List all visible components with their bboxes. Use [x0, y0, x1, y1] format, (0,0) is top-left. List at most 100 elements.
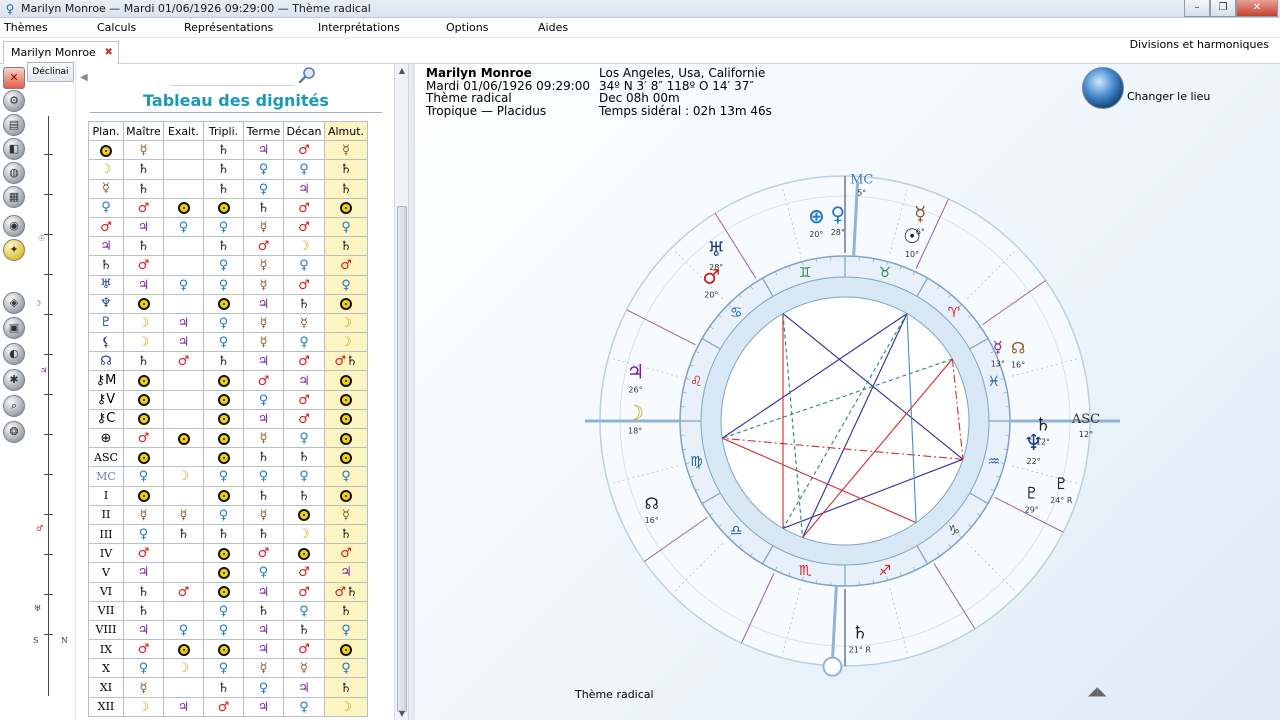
- sun-icon: [340, 202, 352, 215]
- table-row[interactable]: ♂ ♃ ♀ ♀ ☿ ♂ ♀: [88, 216, 368, 238]
- dignity-cell: ♂: [123, 427, 164, 449]
- jupiter-icon: ♃: [257, 584, 270, 600]
- pluto-planet-icon: ♇: [1025, 484, 1039, 503]
- table-row[interactable]: ☊ ♄ ♂ ♄ ♃ ♂ ♂♄: [88, 351, 368, 372]
- table-row[interactable]: ☿ ♄ ♄ ♀ ♃ ♄: [88, 178, 368, 199]
- menu-representations[interactable]: Représentations: [184, 21, 273, 34]
- row-label: VIII: [88, 619, 124, 641]
- table-row[interactable]: ☽ ♄ ♄ ♀ ♀ ♄: [88, 159, 368, 180]
- scrollbar-thumb[interactable]: [397, 206, 407, 712]
- scroll-left-arrow[interactable]: ◀: [80, 72, 88, 83]
- dignity-cell: [203, 389, 244, 410]
- minimize-button[interactable]: –: [1184, 0, 1210, 17]
- menu-interpretations[interactable]: Interprétations: [318, 21, 400, 34]
- table-row[interactable]: ♅ ♃ ♀ ♀ ☿ ♂ ♀: [88, 274, 368, 295]
- dignity-cell: [163, 140, 204, 161]
- dignity-cell: ☽: [283, 523, 325, 545]
- jupiter-icon: ♃: [257, 622, 270, 638]
- table-row[interactable]: XII ☽ ♃ ♂ ♃ ♀ ☽: [88, 696, 368, 717]
- table-row[interactable]: MC ♀ ☽ ♀ ♀ ♀ ♀: [88, 466, 368, 487]
- tool-icon-5[interactable]: ▦: [3, 186, 25, 208]
- dignity-cell: ☿: [123, 504, 164, 525]
- declinaison-button[interactable]: Déclinai: [27, 62, 74, 82]
- table-row[interactable]: ⚷V ♀ ♂: [88, 389, 368, 410]
- table-row[interactable]: ♃ ♄ ♄ ♂ ☽ ♄: [88, 236, 368, 257]
- table-row[interactable]: ⚷M ♂ ♃: [88, 370, 368, 391]
- scroll-up-arrow[interactable]: ▲: [395, 66, 409, 75]
- table-row[interactable]: ⚸ ☽ ♃ ♀ ☿ ♀ ☽: [88, 332, 368, 353]
- book-tool-icon[interactable]: ▤: [3, 114, 25, 136]
- table-row[interactable]: ♄ ♂ ♀ ☿ ♀ ♂: [88, 255, 368, 276]
- tool-icon-6[interactable]: ◉: [3, 215, 25, 237]
- table-row[interactable]: X ♀ ☽ ♀ ☿ ☿ ♀: [88, 658, 368, 679]
- close-window-button[interactable]: ✕: [1236, 0, 1278, 17]
- table-row[interactable]: III ♀ ♄ ♄ ♄ ☽ ♄: [88, 523, 368, 545]
- scroll-down-arrow[interactable]: ▼: [395, 709, 409, 718]
- table-row[interactable]: I ♄ ♄: [88, 485, 368, 506]
- menu-options[interactable]: Options: [446, 21, 488, 34]
- table-row[interactable]: ⚷C ♃ ♂: [88, 408, 368, 430]
- table-row[interactable]: VI ♄ ♂ ♃ ♂ ♂♄: [88, 581, 368, 602]
- tab-marilyn-monroe[interactable]: Marilyn Monroe ✖: [3, 41, 119, 64]
- menu-calculs[interactable]: Calculs: [97, 21, 136, 34]
- zodiac-sign-icon: ♉: [879, 265, 892, 281]
- dignity-cell: ♀: [283, 332, 325, 353]
- dignity-cell: ☽: [163, 466, 204, 487]
- gear-tool-icon[interactable]: ⚙: [3, 90, 25, 112]
- dignity-cell: [123, 485, 164, 506]
- table-row[interactable]: ♀ ♂ ♄ ♂: [88, 197, 368, 218]
- tool-icon-9[interactable]: ▣: [3, 317, 25, 339]
- tool-icon-13[interactable]: ❂: [3, 421, 25, 443]
- tool-icon-10[interactable]: ◐: [3, 343, 25, 365]
- mc-label: MC: [850, 173, 873, 188]
- node-planet-icon: ☊: [645, 494, 659, 513]
- table-scrollbar[interactable]: ▲ ▼: [394, 64, 408, 720]
- saturn-icon: ♄: [340, 181, 352, 197]
- menu-themes[interactable]: Thèmes: [4, 21, 48, 34]
- tool-icon-3[interactable]: ◧: [3, 138, 25, 160]
- divisions-harmoniques-link[interactable]: Divisions et harmoniques: [1130, 38, 1269, 51]
- table-row[interactable]: ☿ ♄ ♃ ♂ ☿: [88, 140, 368, 161]
- table-row[interactable]: VIII ♃ ♀ ♀ ♃ ♄ ♀: [88, 619, 368, 641]
- small-nav-icon[interactable]: ◢◣: [1088, 684, 1106, 698]
- tool-icon-11[interactable]: ✱: [3, 369, 25, 391]
- dignity-cell: ♄: [324, 178, 368, 199]
- dignity-cell: ♄: [203, 159, 244, 180]
- dignity-cell: ☽: [324, 696, 368, 717]
- table-row[interactable]: IX ♂ ♃ ♂: [88, 639, 368, 660]
- zoom-icon[interactable]: ⌕: [3, 395, 25, 417]
- search-icon[interactable]: [298, 66, 316, 84]
- tool-icon-4[interactable]: ◍: [3, 162, 25, 184]
- table-row[interactable]: V ♃ ♀ ♂ ♃: [88, 562, 368, 583]
- dignity-cell: ♂: [283, 639, 325, 660]
- sun-icon: [137, 394, 150, 407]
- dignity-cell: ♀: [243, 562, 284, 583]
- dignity-cell: ♀: [324, 216, 368, 238]
- table-row[interactable]: ♇ ☽ ♃ ♀ ☿ ☿ ☽: [88, 312, 368, 334]
- lightbulb-icon[interactable]: ✦: [3, 239, 25, 261]
- row-label: ⚷M: [88, 370, 124, 391]
- table-row[interactable]: ♆ ♃ ♄: [88, 293, 368, 314]
- venus-icon: ♀: [341, 622, 351, 638]
- table-row[interactable]: XI ☿ ♄ ♀ ♃ ♄: [88, 677, 368, 698]
- table-row[interactable]: II ☿ ☿ ♀ ☿ ☿: [88, 504, 368, 525]
- close-tab-icon[interactable]: ✖: [104, 42, 112, 63]
- venus-icon: ♀: [299, 162, 309, 178]
- moon-icon: ☽: [137, 699, 150, 715]
- chart-panel: Marilyn Monroe Mardi 01/06/1926 09:29:00…: [415, 64, 1280, 720]
- table-row[interactable]: IV ♂ ♂ ♂: [88, 543, 368, 564]
- planet-degree-label: 24° R: [1050, 496, 1073, 505]
- menu-aides[interactable]: Aides: [538, 21, 568, 34]
- dignity-cell: ♄: [123, 236, 164, 257]
- table-row[interactable]: VII ♄ ♀ ♄ ♀ ♄: [88, 600, 368, 621]
- close-icon[interactable]: ✕: [3, 67, 25, 89]
- dignity-cell: ♂: [243, 543, 284, 564]
- maximize-button[interactable]: ❐: [1210, 0, 1236, 17]
- table-row[interactable]: ⊕ ♂ ☿ ♀: [88, 427, 368, 449]
- moon-icon: ☽: [137, 335, 150, 351]
- tool-icon-8[interactable]: ◈: [3, 292, 25, 314]
- panel-splitter[interactable]: [408, 64, 415, 720]
- table-row[interactable]: ASC ♄ ♄: [88, 447, 368, 468]
- sun-icon: [217, 643, 230, 656]
- search-input[interactable]: [170, 72, 294, 86]
